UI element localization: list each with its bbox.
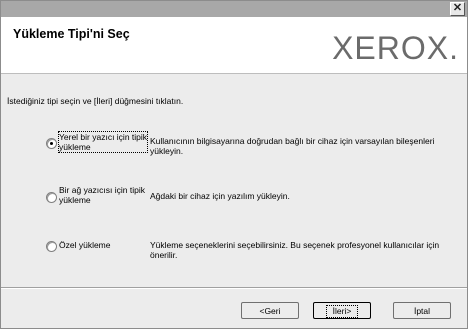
xerox-logo: XEROX. xyxy=(332,30,459,66)
option-label[interactable]: Bir ağ yazıcısı için tipik yükleme xyxy=(59,185,145,205)
close-icon[interactable]: ✕ xyxy=(450,2,465,16)
header-panel: Yükleme Tipi'ni Seç XEROX. xyxy=(1,17,467,74)
installer-window: ✕ Yükleme Tipi'ni Seç XEROX. İstediğiniz… xyxy=(0,0,468,329)
title-bar: ✕ xyxy=(1,1,467,17)
footer-divider xyxy=(1,287,467,289)
next-button-label: İleri> xyxy=(325,305,359,318)
option-label[interactable]: Yerel bir yazıcı için tipik yükleme xyxy=(57,131,149,153)
next-button[interactable]: İleri> xyxy=(313,302,371,319)
radio-typical-network[interactable] xyxy=(46,192,57,203)
cancel-button[interactable]: İptal xyxy=(393,302,451,319)
page-title: Yükleme Tipi'ni Seç xyxy=(13,27,130,41)
radio-custom[interactable] xyxy=(46,241,57,252)
instruction-text: İstediğiniz tipi seçin ve [İleri] düğmes… xyxy=(7,96,184,106)
option-description: Ağdaki bir cihaz için yazılım yükleyin. xyxy=(150,191,290,201)
option-label[interactable]: Özel yükleme xyxy=(59,240,111,250)
option-description: Kullanıcının bilgisayarına doğrudan bağl… xyxy=(150,136,435,156)
back-button[interactable]: <Geri xyxy=(241,302,299,319)
option-description: Yükleme seçeneklerini seçebilirsiniz. Bu… xyxy=(150,240,440,260)
radio-typical-local[interactable] xyxy=(46,138,57,149)
